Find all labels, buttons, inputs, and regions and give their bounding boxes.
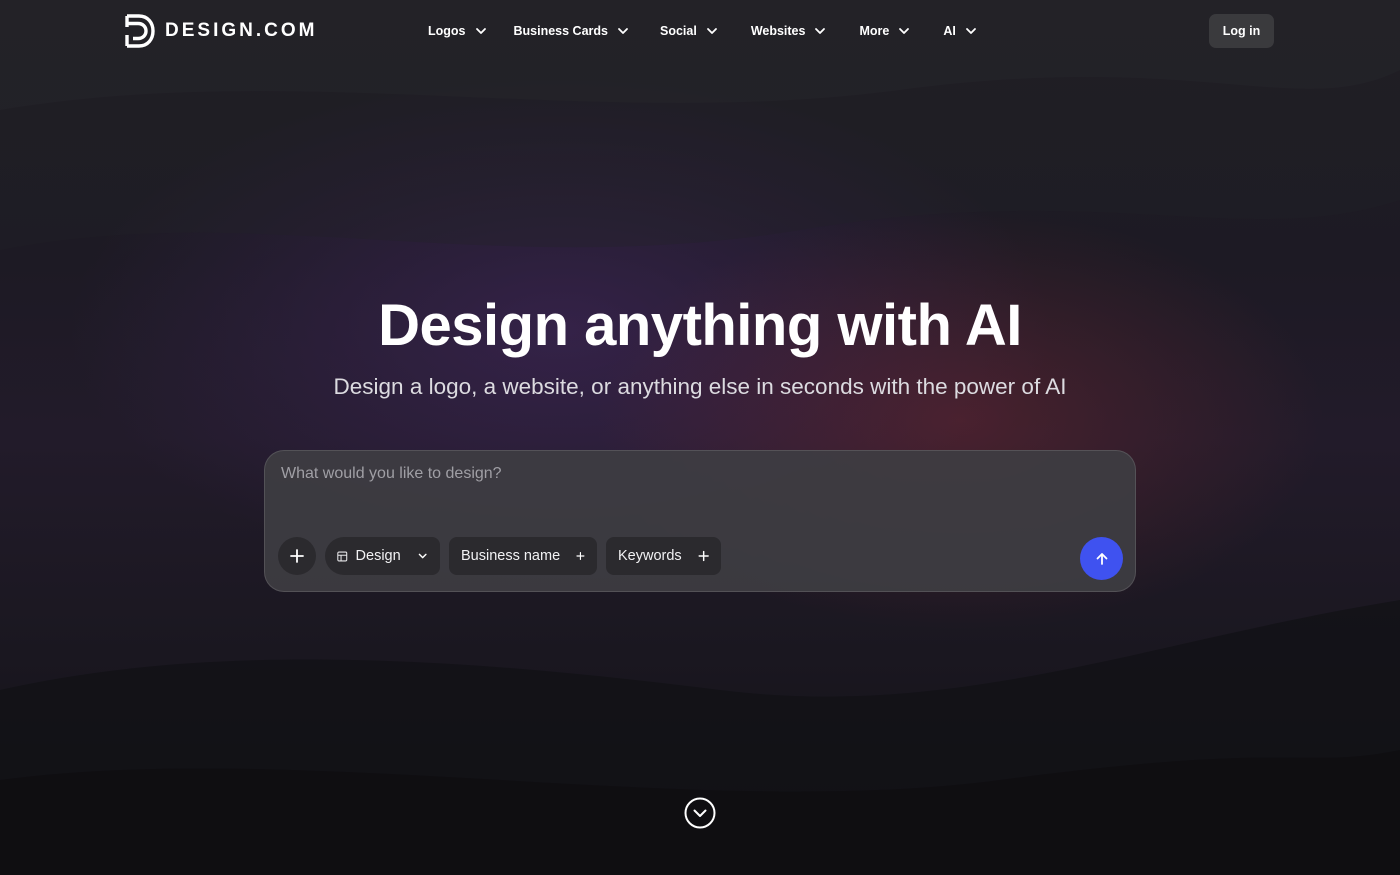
add-keywords-button[interactable]: Keywords [606,537,721,575]
plus-icon [290,549,304,563]
scroll-down-button[interactable] [684,797,716,829]
design-com-d-logo-icon [125,14,155,48]
nav-item-ai[interactable]: AI [943,24,978,38]
add-business-name-button[interactable]: Business name [449,537,597,575]
design-prompt-input[interactable] [281,465,1111,525]
design-prompt-box: Design Business name Keywords [264,450,1136,592]
nav-item-social[interactable]: Social [660,24,719,38]
design-type-label: Design [355,548,401,564]
nav-item-label: Logos [428,24,466,38]
hero-background [0,0,1400,875]
chevron-down-icon [706,28,717,34]
chevron-down-icon [618,28,628,34]
top-navbar: DESIGN.COM Logos Business Cards Social W… [0,0,1400,62]
chevron-down-icon [965,28,976,34]
design-type-dropdown[interactable]: Design [325,537,440,575]
keywords-label: Keywords [618,548,682,564]
plus-icon [698,550,709,562]
nav-item-logos[interactable]: Logos [428,24,488,38]
chevron-down-icon [475,28,486,34]
chevron-down-icon [899,28,910,34]
nav-item-label: More [859,24,890,38]
nav-item-label: Websites [750,24,806,38]
plus-icon [576,551,585,561]
nav-item-business-cards[interactable]: Business Cards [514,24,630,38]
submit-prompt-button[interactable] [1080,537,1123,580]
layout-icon [337,551,348,561]
nav-item-label: Social [659,24,697,38]
login-button[interactable]: Log in [1209,14,1274,48]
brand-name: DESIGN.COM [165,20,318,41]
hero-title: Design anything with AI [378,293,1022,358]
nav-item-label: Business Cards [513,24,608,38]
business-name-label: Business name [461,548,561,564]
nav-item-label: AI [943,24,956,38]
add-attachment-button[interactable] [278,537,316,575]
arrow-up-icon [1096,552,1107,565]
background-waves [0,0,1400,875]
nav-item-more[interactable]: More [859,24,911,38]
chevron-down-icon [418,553,427,559]
chevron-down-icon [815,28,826,34]
main-nav: Logos Business Cards Social Websites Mor… [428,20,978,42]
brand-logo[interactable]: DESIGN.COM [125,14,317,48]
chevron-down-circle-icon [684,797,716,829]
nav-item-websites[interactable]: Websites [751,24,828,38]
hero-subtitle: Design a logo, a website, or anything el… [333,374,1067,399]
